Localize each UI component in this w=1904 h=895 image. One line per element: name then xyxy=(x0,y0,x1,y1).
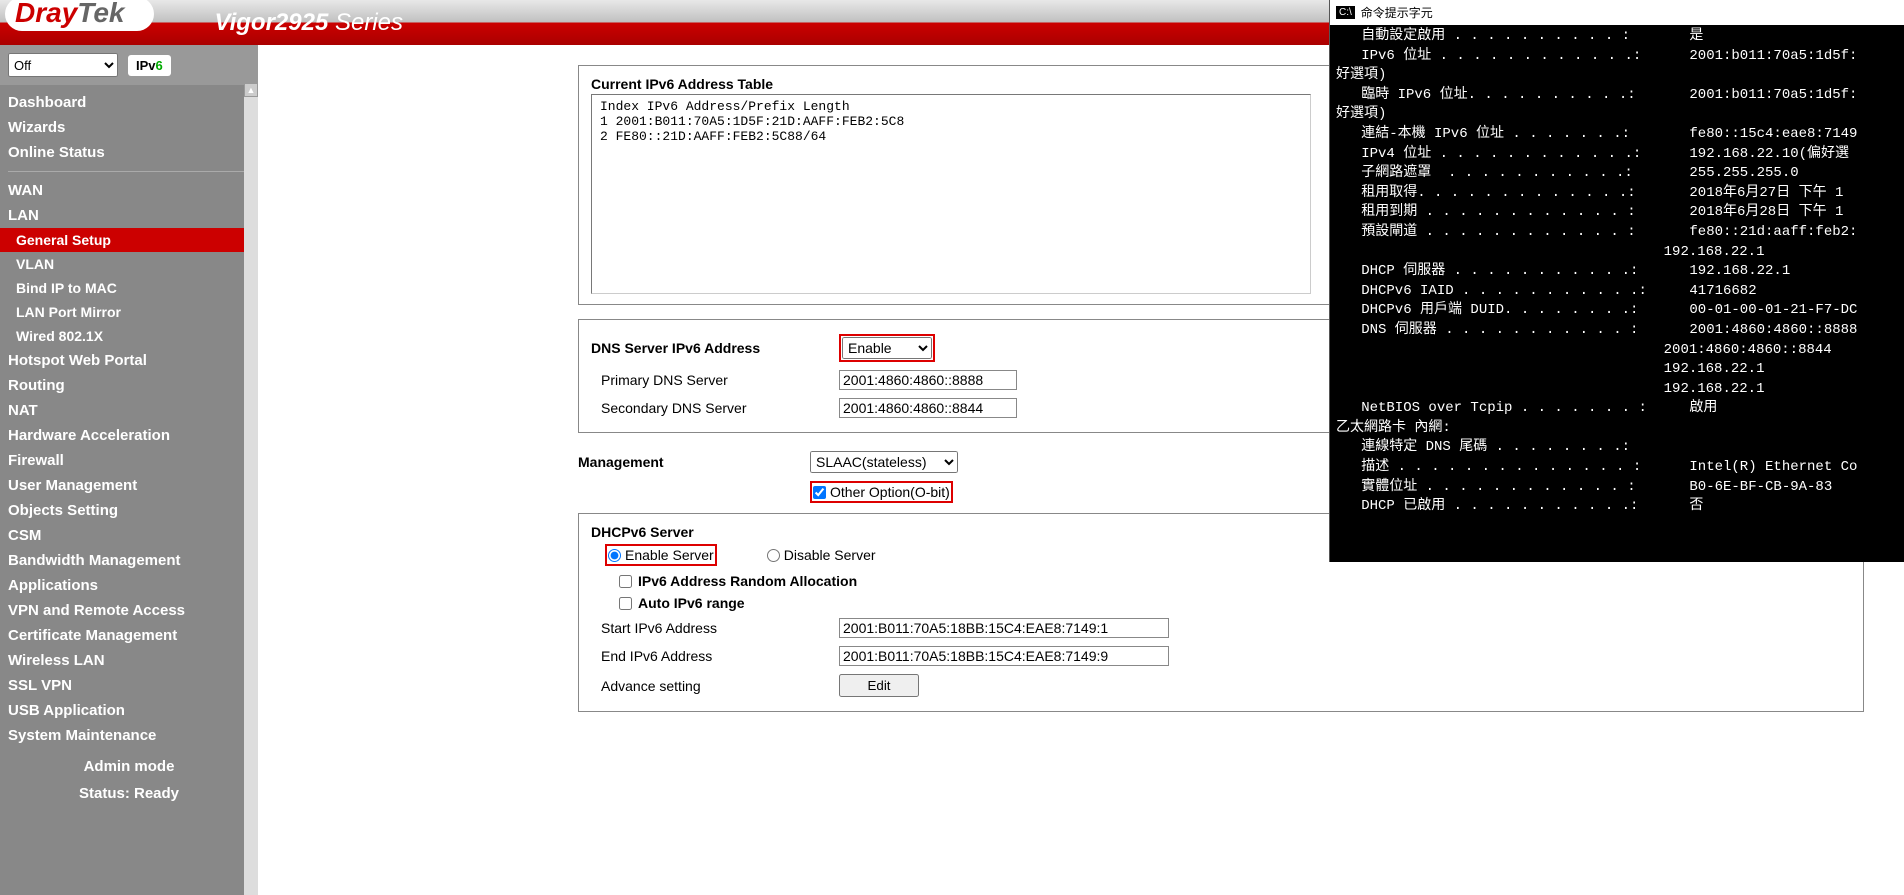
cmd-body: 自動設定啟用 . . . . . . . . . . : 是 IPv6 位址 .… xyxy=(1330,25,1904,519)
ipv6-address-table[interactable]: Index IPv6 Address/Prefix Length 1 2001:… xyxy=(591,94,1311,294)
logo: DrayTek xyxy=(5,0,154,31)
auto-range-label: Auto IPv6 range xyxy=(638,595,745,611)
nav-vpn[interactable]: VPN and Remote Access xyxy=(0,598,258,623)
cmd-icon: C:\ xyxy=(1336,6,1355,19)
nav-online-status[interactable]: Online Status xyxy=(0,140,258,165)
nav-dashboard[interactable]: Dashboard xyxy=(0,90,258,115)
secondary-dns-input[interactable] xyxy=(839,398,1017,418)
nav-sslvpn[interactable]: SSL VPN xyxy=(0,673,258,698)
management-select[interactable]: SLAAC(stateless) xyxy=(810,451,958,473)
table-row: 1 2001:B011:70A5:1D5F:21D:AAFF:FEB2:5C8 xyxy=(600,114,1302,129)
nav-wireless[interactable]: Wireless LAN xyxy=(0,648,258,673)
random-alloc-label: IPv6 Address Random Allocation xyxy=(638,573,857,589)
nav-routing[interactable]: Routing xyxy=(0,373,258,398)
disable-server-label: Disable Server xyxy=(784,547,876,563)
primary-dns-input[interactable] xyxy=(839,370,1017,390)
management-label: Management xyxy=(578,454,810,470)
nav-usb[interactable]: USB Application xyxy=(0,698,258,723)
nav-general-setup[interactable]: General Setup xyxy=(0,228,258,252)
nav-lan[interactable]: LAN xyxy=(0,203,258,228)
table-header: Index IPv6 Address/Prefix Length xyxy=(600,99,1302,114)
admin-mode-label: Admin mode xyxy=(0,758,258,775)
start-ipv6-input[interactable] xyxy=(839,618,1169,638)
auto-range-checkbox[interactable] xyxy=(619,597,632,610)
obit-checkbox[interactable] xyxy=(813,486,826,499)
nav-hotspot[interactable]: Hotspot Web Portal xyxy=(0,348,258,373)
enable-server-radio[interactable] xyxy=(608,549,621,562)
cmd-window[interactable]: C:\命令提示字元 自動設定啟用 . . . . . . . . . . : 是… xyxy=(1329,0,1904,562)
end-ipv6-input[interactable] xyxy=(839,646,1169,666)
end-ipv6-label: End IPv6 Address xyxy=(591,648,839,664)
scrollbar[interactable]: ▲ xyxy=(244,83,258,895)
status-label: Status: Ready xyxy=(0,785,258,802)
secondary-dns-label: Secondary DNS Server xyxy=(591,400,839,416)
scroll-up-icon[interactable]: ▲ xyxy=(244,83,258,97)
nav-csm[interactable]: CSM xyxy=(0,523,258,548)
mode-select[interactable]: Off xyxy=(8,53,118,77)
enable-server-label: Enable Server xyxy=(625,547,714,563)
table-row: 2 FE80::21D:AAFF:FEB2:5C88/64 xyxy=(600,129,1302,144)
nav-wan[interactable]: WAN xyxy=(0,178,258,203)
nav-user-mgmt[interactable]: User Management xyxy=(0,473,258,498)
start-ipv6-label: Start IPv6 Address xyxy=(591,620,839,636)
random-alloc-checkbox[interactable] xyxy=(619,575,632,588)
logo-rest: Tek xyxy=(77,0,124,28)
nav-wired-8021x[interactable]: Wired 802.1X xyxy=(0,324,258,348)
edit-button[interactable]: Edit xyxy=(839,674,919,697)
nav-bandwidth[interactable]: Bandwidth Management xyxy=(0,548,258,573)
nav-apps[interactable]: Applications xyxy=(0,573,258,598)
sidebar: Off IPv6 ▲ Dashboard Wizards Online Stat… xyxy=(0,45,258,895)
advance-label: Advance setting xyxy=(591,678,839,694)
nav-objects[interactable]: Objects Setting xyxy=(0,498,258,523)
logo-bold: Dray xyxy=(15,0,77,28)
nav-bind-ip[interactable]: Bind IP to MAC xyxy=(0,276,258,300)
dns-enable-select[interactable]: Enable xyxy=(842,337,932,359)
cmd-titlebar[interactable]: C:\命令提示字元 xyxy=(1330,0,1904,25)
nav-vlan[interactable]: VLAN xyxy=(0,252,258,276)
nav-hw-accel[interactable]: Hardware Acceleration xyxy=(0,423,258,448)
nav-wizards[interactable]: Wizards xyxy=(0,115,258,140)
ipv6-badge[interactable]: IPv6 xyxy=(128,55,171,76)
nav-nat[interactable]: NAT xyxy=(0,398,258,423)
nav-port-mirror[interactable]: LAN Port Mirror xyxy=(0,300,258,324)
nav-sys-maint[interactable]: System Maintenance xyxy=(0,723,258,748)
nav-firewall[interactable]: Firewall xyxy=(0,448,258,473)
disable-server-radio[interactable] xyxy=(767,549,780,562)
dns-title: DNS Server IPv6 Address xyxy=(591,340,839,356)
series-label: Vigor2925 Series xyxy=(214,9,403,37)
primary-dns-label: Primary DNS Server xyxy=(591,372,839,388)
obit-label: Other Option(O-bit) xyxy=(830,484,950,500)
nav-cert[interactable]: Certificate Management xyxy=(0,623,258,648)
